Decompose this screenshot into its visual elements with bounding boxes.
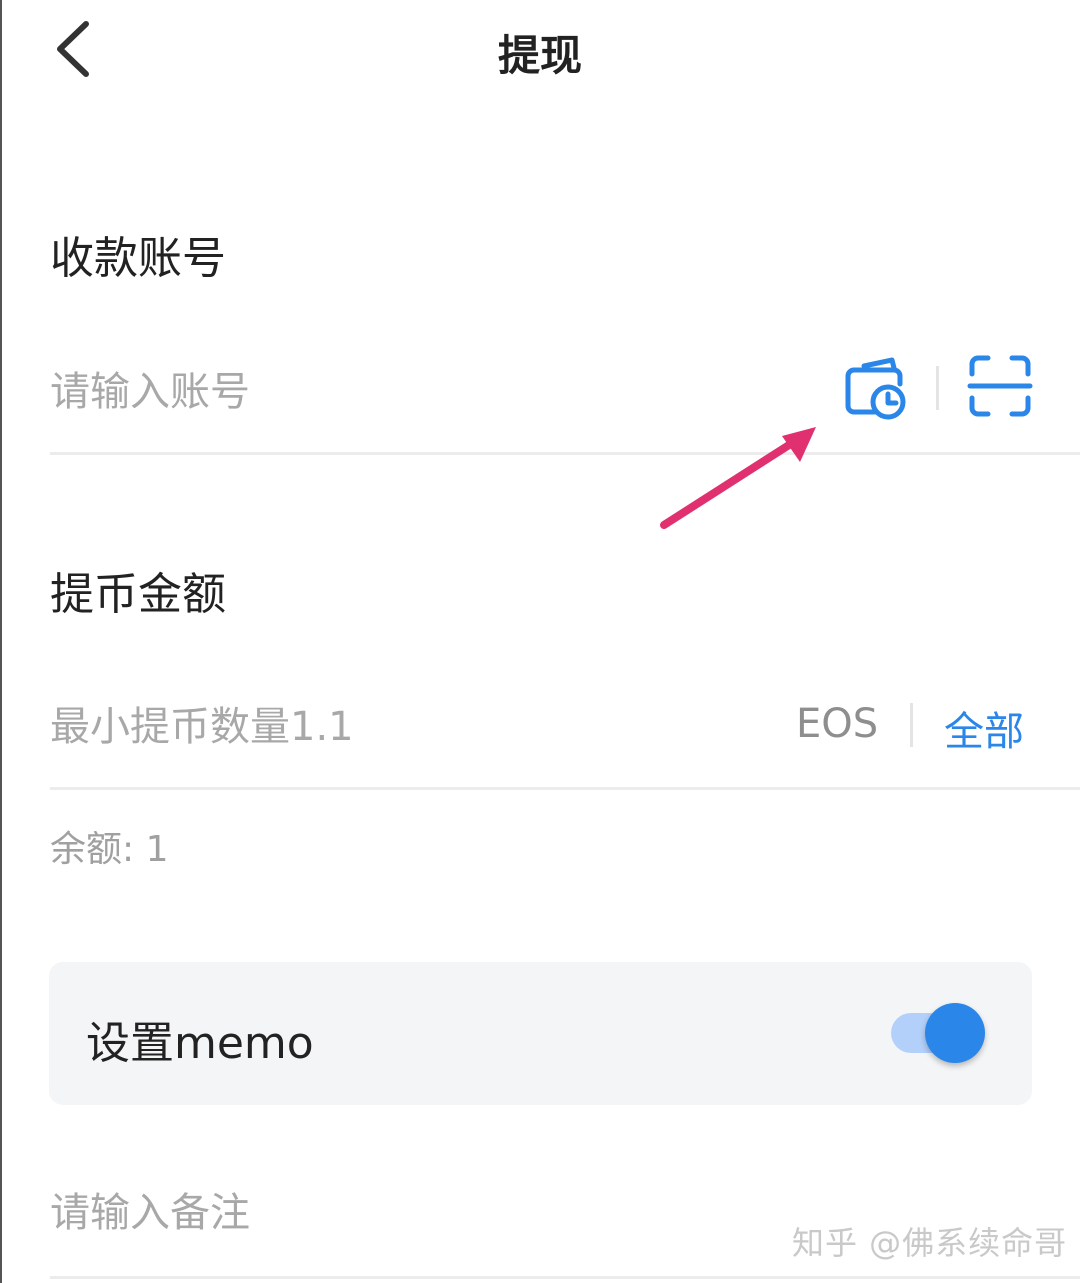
currency-unit: EOS xyxy=(796,701,879,747)
amount-input-row: EOS 全部 xyxy=(50,667,1080,790)
scan-button[interactable] xyxy=(966,354,1034,418)
memo-card: 设置memo xyxy=(49,962,1032,1105)
scan-icon xyxy=(967,355,1033,417)
watermark: 知乎 @佛系续命哥 xyxy=(792,1224,1068,1262)
memo-toggle[interactable] xyxy=(891,1003,987,1065)
memo-label: 设置memo xyxy=(86,1018,314,1069)
amount-input[interactable] xyxy=(50,667,750,787)
page-title: 提现 xyxy=(497,31,582,80)
unit-divider xyxy=(910,703,913,747)
header: 提现 xyxy=(0,0,1080,100)
account-input[interactable] xyxy=(50,332,810,452)
withdraw-all-button[interactable]: 全部 xyxy=(944,699,1024,757)
amount-label: 提币金额 xyxy=(50,569,226,620)
account-label: 收款账号 xyxy=(50,233,226,284)
wallet-clock-icon xyxy=(845,357,906,420)
toggle-knob xyxy=(925,1003,985,1063)
account-input-row xyxy=(50,332,1080,455)
address-book-button[interactable] xyxy=(842,352,912,422)
icon-divider xyxy=(936,366,939,410)
memo-input[interactable] xyxy=(50,1150,750,1276)
window-edge xyxy=(0,0,2,1283)
balance-text: 余额: 1 xyxy=(50,829,169,870)
